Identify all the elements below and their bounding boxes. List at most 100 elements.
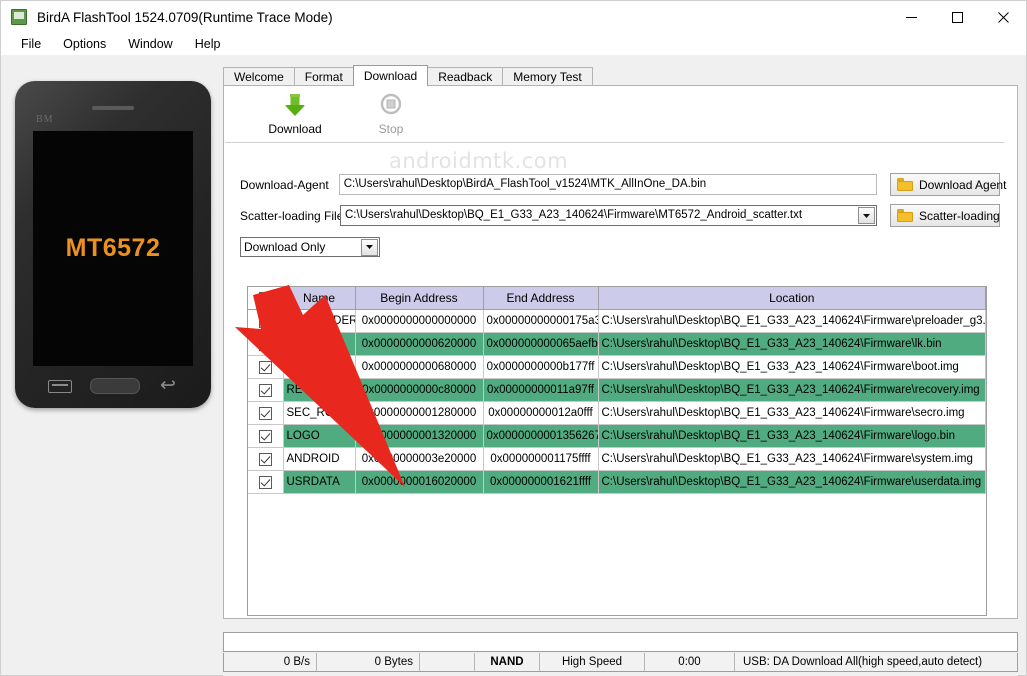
row-checkbox-cell[interactable]	[248, 355, 284, 379]
end-address-cell: 0x0000000001356267	[483, 424, 599, 448]
location-cell: C:\Users\rahul\Desktop\BQ_E1_G33_A23_140…	[598, 424, 986, 448]
download-mode-select[interactable]: Download Only	[240, 236, 380, 257]
begin-address-cell: 0x0000000016020000	[355, 470, 484, 494]
row-checkbox[interactable]	[258, 383, 272, 397]
end-address-cell: 0x000000001621ffff	[483, 470, 599, 494]
row-checkbox[interactable]	[258, 429, 272, 443]
back-key-icon: ↩	[160, 375, 176, 396]
tab-readback[interactable]: Readback	[427, 67, 504, 86]
status-connection: USB: DA Download All(high speed,auto det…	[743, 656, 983, 668]
status-elapsed-time: 0:00	[645, 653, 735, 671]
download-agent-browse-button[interactable]: Download Agent	[890, 173, 1006, 196]
minimize-button[interactable]	[888, 1, 934, 33]
row-checkbox[interactable]	[258, 475, 272, 489]
row-checkbox-cell[interactable]	[248, 447, 284, 471]
row-checkbox[interactable]	[258, 337, 272, 351]
location-cell: C:\Users\rahul\Desktop\BQ_E1_G33_A23_140…	[598, 401, 986, 425]
row-checkbox-cell[interactable]	[248, 332, 284, 356]
partition-name-cell: SEC_RO	[283, 401, 356, 425]
begin-address-cell: 0x0000000000680000	[355, 355, 484, 379]
row-checkbox-cell[interactable]	[248, 401, 284, 425]
location-cell: C:\Users\rahul\Desktop\BQ_E1_G33_A23_140…	[598, 332, 986, 356]
stop-button-label: Stop	[378, 122, 404, 136]
tab-format[interactable]: Format	[293, 67, 354, 86]
status-memory-type: NAND	[475, 653, 540, 671]
end-address-cell: 0x000000001175ffff	[483, 447, 599, 471]
menu-item-file[interactable]: File	[10, 35, 52, 53]
window-title: BirdA FlashTool 1524.0709(Runtime Trace …	[37, 9, 333, 25]
table-row[interactable]: RECOVERY 0x0000000000c80000 0x00000000011a…	[248, 378, 986, 402]
row-checkbox-cell[interactable]	[248, 378, 284, 402]
table-row[interactable]: UBOOT 0x0000000000620000 0x000000000065aef…	[248, 332, 986, 356]
device-preview-panel: BM MT6572 ↩	[1, 57, 214, 627]
table-body: PRELOADER 0x0000000000000000 0x00000000000…	[248, 309, 986, 494]
tab-welcome[interactable]: Welcome	[223, 67, 295, 86]
end-address-cell: 0x000000000065aefb	[483, 332, 599, 356]
phone-key-row: ↩	[15, 375, 211, 396]
folder-icon	[897, 178, 913, 191]
window-controls	[888, 1, 1026, 33]
partition-name-cell: UBOOT	[283, 332, 356, 356]
tab-download[interactable]: Download	[352, 65, 429, 86]
phone-speaker-icon	[92, 106, 134, 110]
location-cell: C:\Users\rahul\Desktop\BQ_E1_G33_A23_140…	[598, 355, 986, 379]
column-header-name[interactable]: Name	[283, 287, 356, 310]
table-row[interactable]: ANDROID 0x0000000003e20000 0x000000001175f…	[248, 447, 986, 471]
phone-screen: MT6572	[33, 131, 193, 366]
column-header-begin-address[interactable]: Begin Address	[355, 287, 484, 310]
scatter-file-browse-label: Scatter-loading	[919, 208, 1000, 223]
scatter-file-input[interactable]: C:\Users\rahul\Desktop\BQ_E1_G33_A23_140…	[340, 205, 877, 226]
location-cell: C:\Users\rahul\Desktop\BQ_E1_G33_A23_140…	[598, 447, 986, 471]
row-checkbox[interactable]	[258, 452, 272, 466]
menu-item-options[interactable]: Options	[52, 35, 117, 53]
maximize-button[interactable]	[934, 1, 980, 33]
scatter-file-browse-button[interactable]: Scatter-loading	[890, 204, 1000, 227]
row-checkbox-cell[interactable]	[248, 424, 284, 448]
phone-illustration: BM MT6572 ↩	[15, 81, 211, 408]
tab-memory-test[interactable]: Memory Test	[502, 67, 593, 86]
folder-icon	[897, 209, 913, 222]
status-speed: 0 B/s	[224, 653, 317, 671]
download-button[interactable]: Download	[247, 93, 343, 136]
status-bar: 0 B/s 0 Bytes NAND High Speed 0:00 USB: …	[223, 653, 1018, 672]
begin-address-cell: 0x0000000003e20000	[355, 447, 484, 471]
column-header-end-address[interactable]: End Address	[483, 287, 599, 310]
begin-address-cell: 0x0000000001320000	[355, 424, 484, 448]
begin-address-cell: 0x0000000000000000	[355, 309, 484, 333]
home-key-icon	[90, 378, 140, 394]
select-all-checkbox[interactable]	[258, 292, 272, 306]
location-cell: C:\Users\rahul\Desktop\BQ_E1_G33_A23_140…	[598, 309, 986, 333]
begin-address-cell: 0x0000000000c80000	[355, 378, 484, 402]
table-row[interactable]: USRDATA 0x0000000016020000 0x000000001621f…	[248, 470, 986, 494]
close-button[interactable]	[980, 1, 1026, 33]
partition-name-cell: BOOTIMG	[283, 355, 356, 379]
begin-address-cell: 0x0000000000620000	[355, 332, 484, 356]
chevron-down-icon[interactable]	[858, 207, 875, 224]
column-header-location[interactable]: Location	[598, 287, 986, 310]
table-row[interactable]: LOGO 0x0000000001320000 0x0000000001356267…	[248, 424, 986, 448]
partition-table[interactable]: Name Begin Address End Address Location …	[247, 286, 987, 616]
download-agent-label: Download-Agent	[240, 177, 329, 192]
table-row[interactable]: BOOTIMG 0x0000000000680000 0x0000000000b17…	[248, 355, 986, 379]
chevron-down-icon[interactable]	[361, 238, 378, 256]
end-address-cell: 0x00000000000175a3	[483, 309, 599, 333]
phone-brand-label: BM	[36, 114, 54, 125]
row-checkbox[interactable]	[258, 360, 272, 374]
menu-item-window[interactable]: Window	[117, 35, 183, 53]
row-checkbox-cell[interactable]	[248, 470, 284, 494]
scatter-file-label: Scatter-loading File	[240, 208, 344, 223]
download-agent-input[interactable]: C:\Users\rahul\Desktop\BirdA_FlashTool_v…	[338, 174, 877, 195]
status-area: 0 B/s 0 Bytes NAND High Speed 0:00 USB: …	[223, 628, 1018, 676]
row-checkbox[interactable]	[258, 406, 272, 420]
stop-button[interactable]: Stop	[343, 93, 439, 136]
file-form: Download-Agent C:\Users\rahul\Desktop\Bi…	[240, 173, 1006, 267]
select-all-header[interactable]	[248, 287, 284, 310]
action-toolbar: Download Stop	[225, 87, 1004, 143]
row-checkbox[interactable]	[258, 314, 272, 328]
row-checkbox-cell[interactable]	[248, 309, 284, 333]
menu-item-help[interactable]: Help	[184, 35, 232, 53]
scatter-file-value: C:\Users\rahul\Desktop\BQ_E1_G33_A23_140…	[345, 209, 803, 221]
progress-bar	[223, 632, 1018, 652]
table-row[interactable]: PRELOADER 0x0000000000000000 0x00000000000…	[248, 309, 986, 333]
table-row[interactable]: SEC_RO 0x0000000001280000 0x00000000012a0f…	[248, 401, 986, 425]
